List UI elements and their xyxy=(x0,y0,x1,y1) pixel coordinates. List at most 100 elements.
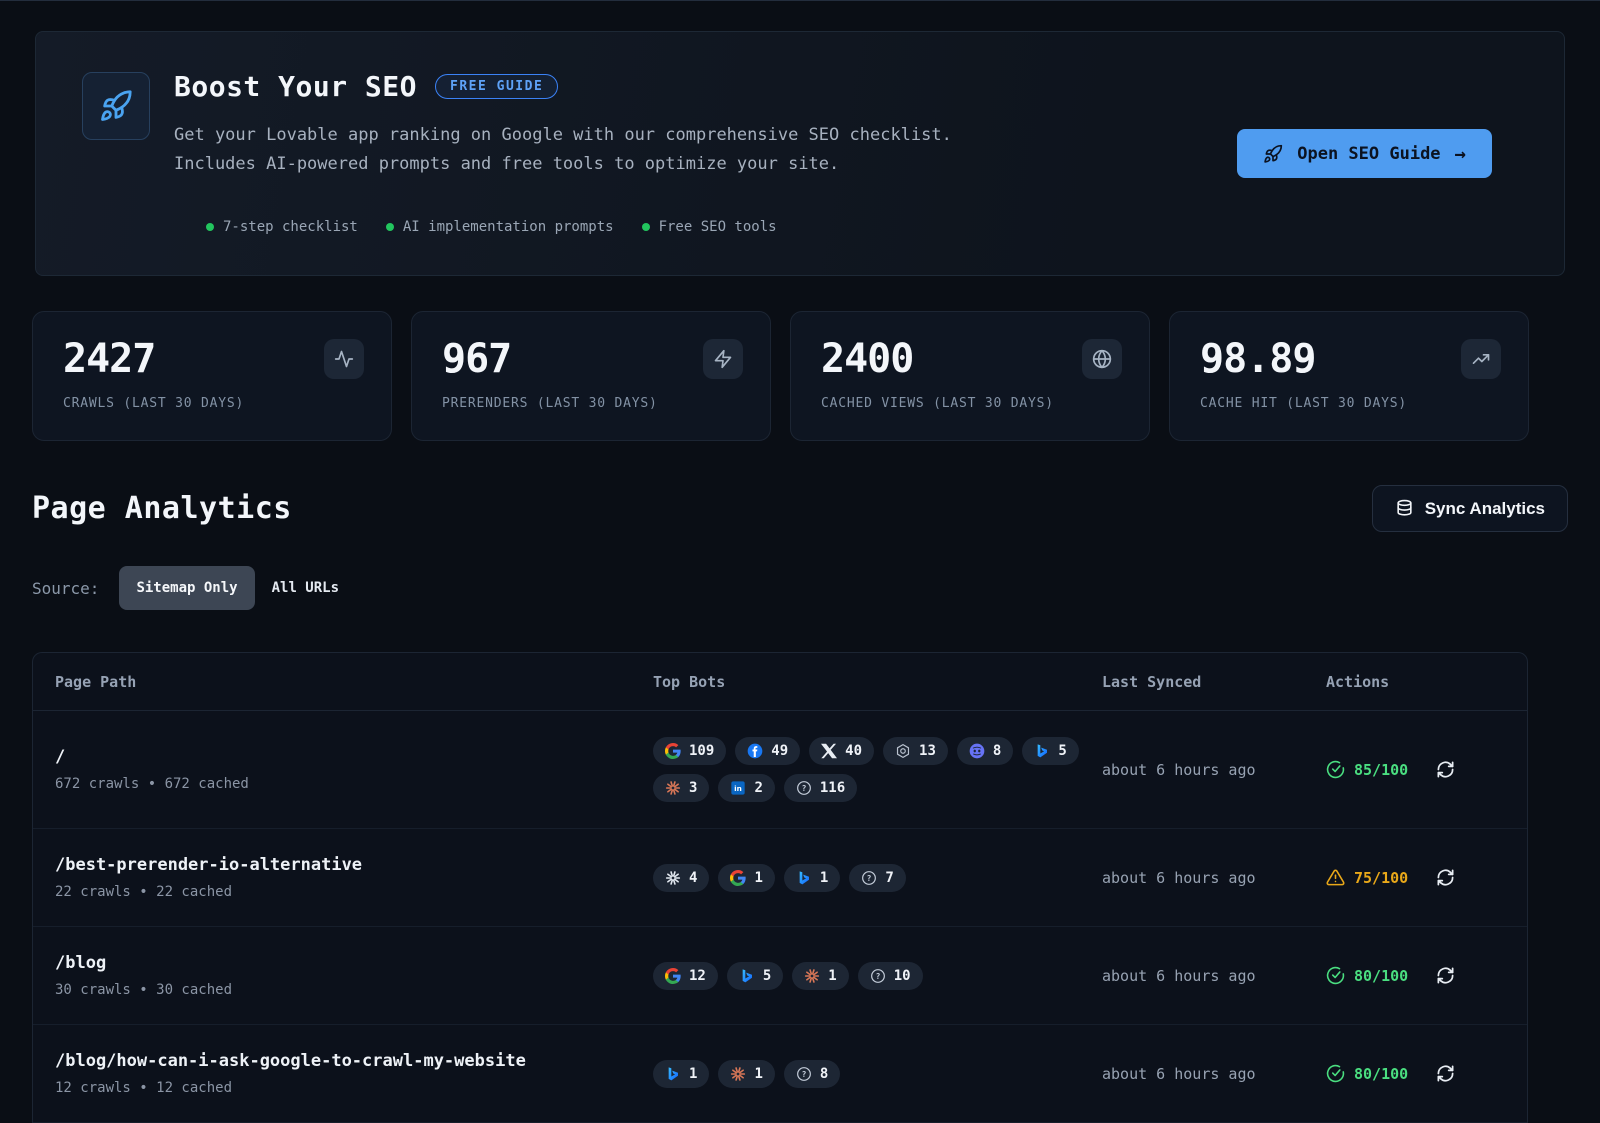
bot-count: 1 xyxy=(689,1066,697,1082)
bot-badge-unknown: ? 116 xyxy=(784,774,857,802)
banner-features: 7-step checklist AI implementation promp… xyxy=(206,219,777,235)
claude-bot-icon xyxy=(665,780,681,796)
source-label: Source: xyxy=(32,579,99,598)
bot-count: 116 xyxy=(820,780,845,796)
sync-analytics-button[interactable]: Sync Analytics xyxy=(1372,485,1568,532)
page-path[interactable]: /blog/how-can-i-ask-google-to-crawl-my-w… xyxy=(55,1051,653,1071)
activity-icon xyxy=(324,339,364,379)
source-option-all-urls[interactable]: All URLs xyxy=(255,566,356,610)
stats-row: 2427 CRAWLS (LAST 30 DAYS) 967 PRERENDER… xyxy=(32,311,1568,441)
table-row: /blog/how-can-i-ask-google-to-crawl-my-w… xyxy=(33,1025,1527,1123)
page-path-cell: /blog 30 crawls • 30 cached xyxy=(55,953,653,998)
bot-count: 109 xyxy=(689,743,714,759)
recache-button[interactable] xyxy=(1436,966,1455,985)
bot-badge-linkedin: in 2 xyxy=(718,774,774,802)
unknown-bot-icon: ? xyxy=(796,780,812,796)
bing-bot-icon xyxy=(1034,743,1050,759)
stat-label: PRERENDERS (LAST 30 DAYS) xyxy=(442,396,746,411)
page-path[interactable]: /blog xyxy=(55,953,653,973)
x-bot-icon xyxy=(821,743,837,759)
top-bots-cell: 1 1 ? 8 xyxy=(653,1060,1089,1088)
stat-value: 98.89 xyxy=(1200,336,1504,382)
stat-value: 2427 xyxy=(63,336,367,382)
feature-item: 7-step checklist xyxy=(206,219,358,235)
seo-banner: Boost Your SEO FREE GUIDE Get your Lovab… xyxy=(35,31,1565,276)
globe-icon xyxy=(1082,339,1122,379)
seo-score[interactable]: 80/100 xyxy=(1326,1064,1408,1083)
database-icon xyxy=(1395,499,1414,518)
col-header-top-bots: Top Bots xyxy=(653,673,1102,691)
page-meta: 22 crawls • 22 cached xyxy=(55,884,653,900)
svg-text:?: ? xyxy=(801,1069,806,1078)
stat-label: CACHE HIT (LAST 30 DAYS) xyxy=(1200,396,1504,411)
last-synced: about 6 hours ago xyxy=(1102,869,1326,887)
zap-icon xyxy=(703,339,743,379)
source-option-sitemap-only[interactable]: Sitemap Only xyxy=(119,566,254,610)
claude-bot-icon xyxy=(804,968,820,984)
page-meta: 30 crawls • 30 cached xyxy=(55,982,653,998)
bot-badge-google: 109 xyxy=(653,737,726,765)
open-seo-guide-button[interactable]: Open SEO Guide → xyxy=(1237,129,1492,178)
warning-triangle-icon xyxy=(1326,868,1345,887)
check-circle-icon xyxy=(1326,966,1345,985)
bot-badge-x: 40 xyxy=(809,737,874,765)
seo-score[interactable]: 80/100 xyxy=(1326,966,1408,985)
page-path-cell: /blog/how-can-i-ask-google-to-crawl-my-w… xyxy=(55,1051,653,1096)
bot-badge-claude: 1 xyxy=(792,962,848,990)
arrow-right-icon: → xyxy=(1455,143,1466,165)
green-dot-icon xyxy=(642,223,650,231)
unknown-bot-icon: ? xyxy=(870,968,886,984)
rocket-icon xyxy=(1263,144,1283,164)
seo-score[interactable]: 85/100 xyxy=(1326,760,1408,779)
bot-count: 8 xyxy=(820,1066,828,1082)
rocket-icon xyxy=(99,89,133,123)
facebook-bot-icon xyxy=(747,743,763,759)
bing-bot-icon xyxy=(796,870,812,886)
trending-up-icon xyxy=(1461,339,1501,379)
bot-badge-discord: 8 xyxy=(957,737,1013,765)
bot-count: 5 xyxy=(763,968,771,984)
page: Boost Your SEO FREE GUIDE Get your Lovab… xyxy=(0,0,1600,1049)
recache-button[interactable] xyxy=(1436,760,1455,779)
bot-count: 49 xyxy=(771,743,788,759)
seo-score-value: 85/100 xyxy=(1354,761,1408,779)
feature-label: Free SEO tools xyxy=(659,219,777,235)
cta-label: Open SEO Guide xyxy=(1297,144,1440,164)
seo-score[interactable]: 75/100 xyxy=(1326,868,1408,887)
google-bot-icon xyxy=(730,870,746,886)
actions-cell: 75/100 xyxy=(1326,868,1527,887)
top-bots-cell: 109 49 40 13 8 5 3 in 2 ? 116 xyxy=(653,737,1089,802)
page-path[interactable]: /best-prerender-io-alternative xyxy=(55,855,653,875)
col-header-last-synced: Last Synced xyxy=(1102,673,1326,691)
stat-card-cached-views: 2400 CACHED VIEWS (LAST 30 DAYS) xyxy=(790,311,1150,441)
bot-badge-bing: 1 xyxy=(653,1060,709,1088)
stat-value: 967 xyxy=(442,336,746,382)
google-bot-icon xyxy=(665,968,681,984)
bot-count: 4 xyxy=(689,870,697,886)
table-row: /best-prerender-io-alternative 22 crawls… xyxy=(33,829,1527,927)
refresh-icon xyxy=(1436,1064,1455,1083)
green-dot-icon xyxy=(386,223,394,231)
page-path[interactable]: / xyxy=(55,747,653,767)
bot-count: 1 xyxy=(828,968,836,984)
page-meta: 672 crawls • 672 cached xyxy=(55,776,653,792)
page-meta: 12 crawls • 12 cached xyxy=(55,1080,653,1096)
free-guide-badge: FREE GUIDE xyxy=(435,74,558,99)
bot-count: 8 xyxy=(993,743,1001,759)
discord-bot-icon xyxy=(969,743,985,759)
svg-text:in: in xyxy=(735,784,743,793)
bot-count: 1 xyxy=(754,870,762,886)
top-bots-cell: 4 1 1 ? 7 xyxy=(653,864,1089,892)
svg-text:?: ? xyxy=(801,784,806,793)
openai-bot-icon xyxy=(895,743,911,759)
bot-badge-bing: 1 xyxy=(784,864,840,892)
refresh-icon xyxy=(1436,760,1455,779)
bot-count: 13 xyxy=(919,743,936,759)
recache-button[interactable] xyxy=(1436,1064,1455,1083)
recache-button[interactable] xyxy=(1436,868,1455,887)
seo-score-value: 80/100 xyxy=(1354,1065,1408,1083)
sync-analytics-label: Sync Analytics xyxy=(1425,499,1545,519)
svg-text:?: ? xyxy=(867,873,872,882)
stat-label: CACHED VIEWS (LAST 30 DAYS) xyxy=(821,396,1125,411)
bot-badge-bing: 5 xyxy=(727,962,783,990)
